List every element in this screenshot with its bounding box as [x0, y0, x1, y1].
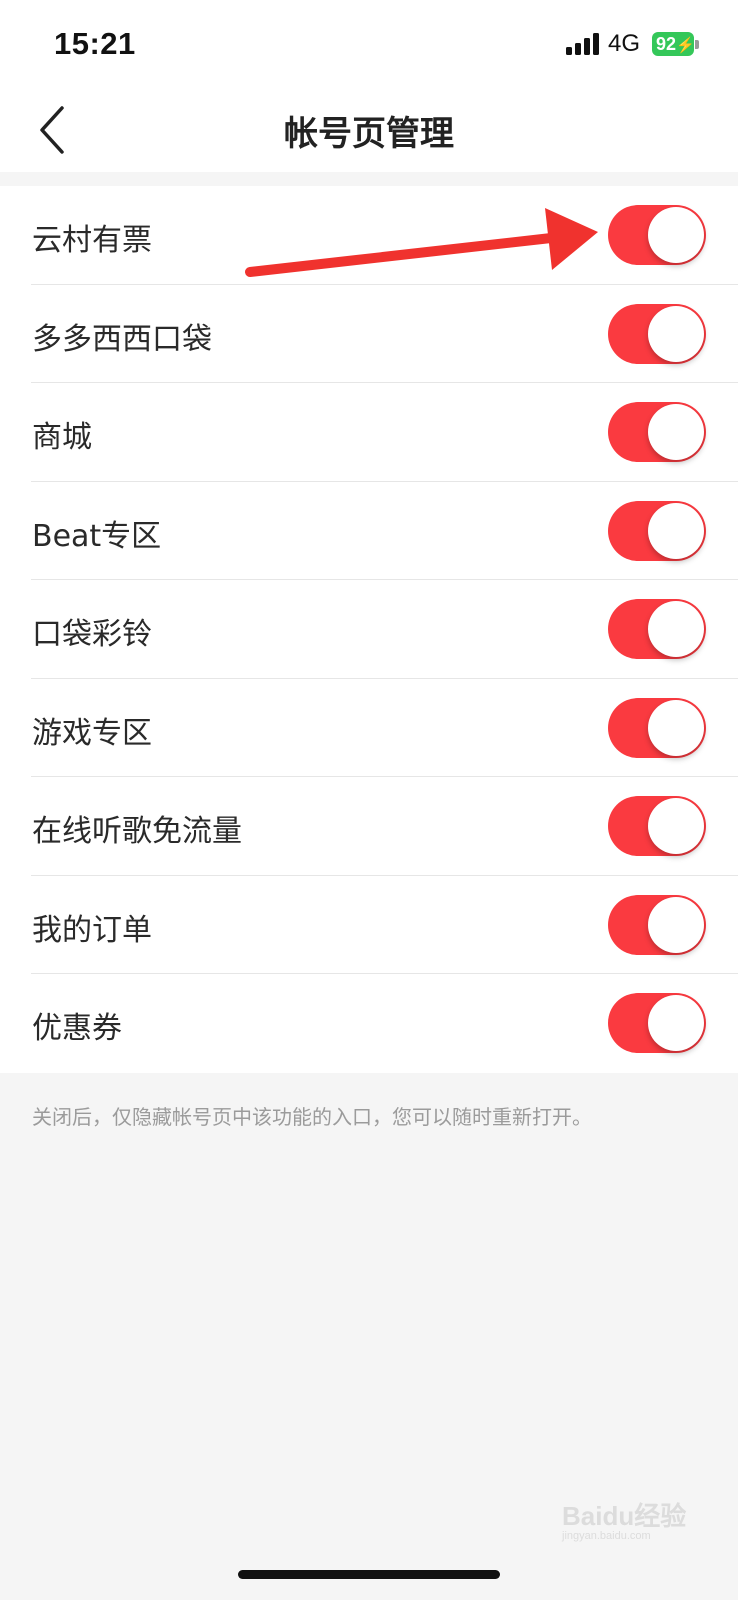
toggle-knob	[648, 502, 704, 559]
settings-row: 优惠券	[0, 974, 738, 1073]
toggle-switch[interactable]	[608, 205, 706, 265]
toggle-knob	[648, 995, 704, 1051]
settings-row-label: 口袋彩铃	[32, 617, 152, 652]
watermark-logo: Baidu经验 jingyan.baidu.com	[562, 1492, 702, 1542]
toggle-switch[interactable]	[608, 796, 706, 856]
toggle-knob	[648, 896, 704, 953]
toggle-knob	[648, 305, 704, 362]
toggle-switch[interactable]	[608, 697, 706, 758]
battery-level: 92	[656, 34, 677, 54]
network-type: 4G	[608, 30, 641, 57]
settings-row-label: 优惠券	[32, 1011, 122, 1046]
settings-row: 多多西西口袋	[0, 285, 738, 383]
toggle-knob	[648, 207, 704, 263]
settings-row: 口袋彩铃	[0, 580, 738, 679]
settings-row-label: 云村有票	[32, 223, 152, 258]
footnote: 关闭后，仅隐藏帐号页中该功能的入口，您可以随时重新打开。	[32, 1105, 592, 1129]
status-time: 15:21	[54, 26, 136, 61]
settings-row: Beat专区	[0, 482, 738, 580]
status-bar: 15:21 4G 92⚡	[0, 0, 738, 88]
battery-tip	[695, 40, 699, 49]
toggle-knob	[648, 404, 704, 460]
signal-strength-icon	[566, 33, 602, 55]
toggle-switch[interactable]	[608, 402, 706, 462]
home-indicator[interactable]	[238, 1570, 500, 1579]
settings-row: 我的订单	[0, 876, 738, 974]
toggle-switch[interactable]	[608, 303, 706, 364]
settings-row-label: 我的订单	[32, 912, 152, 948]
toggle-knob	[648, 798, 704, 854]
settings-row-label: 多多西西口袋	[32, 321, 212, 357]
settings-list: 云村有票多多西西口袋 商城 Beat专区 口袋彩铃游戏专区在线听歌免流量 我的订单优惠券	[0, 186, 738, 1073]
battery-icon: 92⚡	[652, 32, 695, 56]
toggle-switch[interactable]	[608, 993, 706, 1053]
settings-row-label: 在线听歌免流量	[32, 814, 242, 849]
toggle-switch[interactable]	[608, 599, 706, 659]
screen: 15:21 4G 92⚡ 帐号页管理 云村有票多多西西口袋 商城 Beat专区 口袋彩…	[0, 0, 738, 1600]
nav-bar: 帐号页管理	[0, 88, 738, 172]
toggle-switch[interactable]	[608, 894, 706, 955]
settings-row: 游戏专区	[0, 679, 738, 777]
settings-row-label: 商城	[32, 420, 92, 455]
page-title: 帐号页管理	[284, 114, 454, 154]
watermark-text: Baidu经验	[562, 1501, 687, 1531]
settings-row-label: 游戏专区	[32, 715, 152, 751]
toggle-knob	[648, 699, 704, 756]
toggle-knob	[648, 601, 704, 657]
watermark-subtext: jingyan.baidu.com	[562, 1530, 651, 1542]
settings-row-label: Beat专区	[32, 518, 162, 554]
settings-row: 云村有票	[0, 186, 738, 285]
toggle-switch[interactable]	[608, 500, 706, 561]
settings-row: 在线听歌免流量	[0, 777, 738, 876]
settings-row: 商城	[0, 383, 738, 482]
